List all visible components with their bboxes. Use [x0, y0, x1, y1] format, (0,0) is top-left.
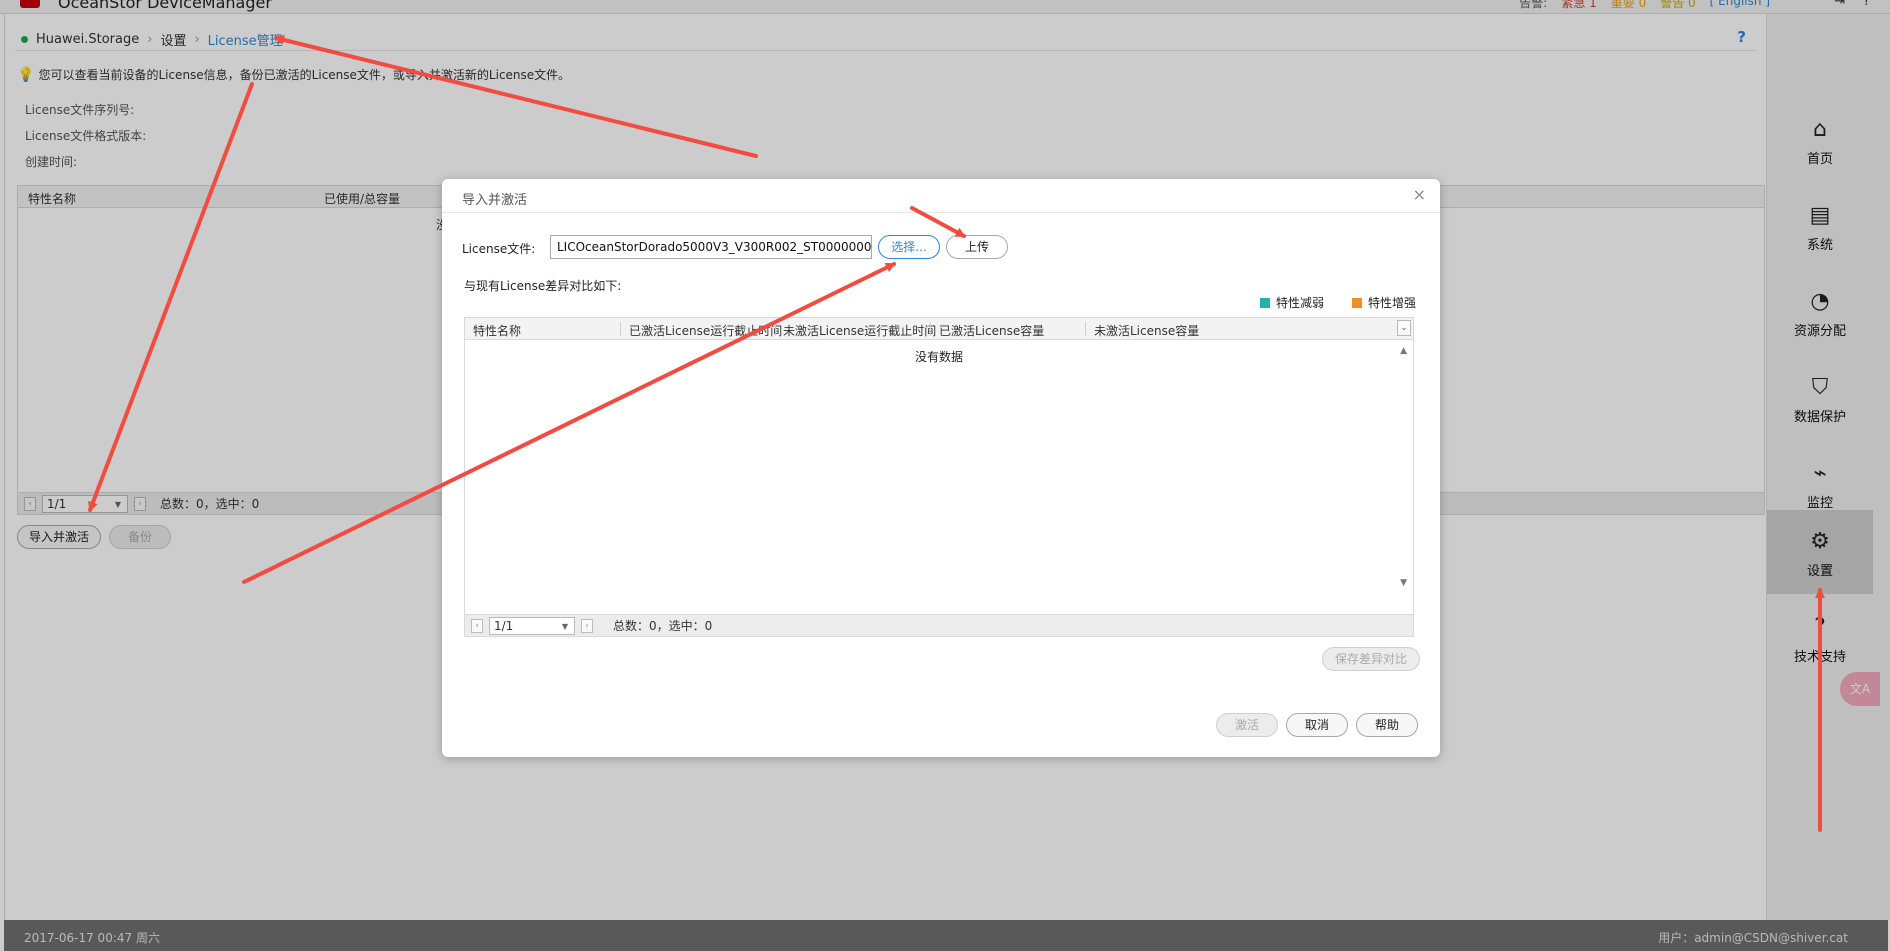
diff-legend: 特性减弱 特性增强	[1259, 294, 1416, 311]
prev-page-icon[interactable]: ‹	[471, 618, 483, 633]
column-header[interactable]: 已激活License容量	[939, 322, 1044, 339]
dialog-divider	[442, 212, 1440, 213]
scroll-down-icon[interactable]: ▼	[1400, 578, 1407, 588]
dialog-title: 导入并激活	[462, 193, 528, 208]
scroll-up-icon[interactable]: ▲	[1400, 346, 1407, 356]
table-summary: 总数：0，选中：0	[613, 619, 713, 633]
column-header[interactable]: 未激活License运行截止时间	[783, 322, 936, 339]
column-header[interactable]: 已激活License运行截止时间	[629, 322, 782, 339]
diff-table: 特性名称 已激活License运行截止时间 未激活License运行截止时间 已…	[464, 317, 1414, 637]
legend-swatch	[1259, 298, 1270, 308]
empty-table-text: 没有数据	[914, 350, 963, 364]
legend-item-enhanced: 特性增强	[1351, 294, 1416, 311]
activate-button[interactable]: 激活	[1216, 713, 1278, 737]
column-header[interactable]: 未激活License容量	[1094, 322, 1199, 339]
license-file-label: License文件:	[462, 242, 536, 256]
column-header[interactable]: 特性名称	[473, 322, 521, 339]
legend-label: 特性减弱	[1275, 296, 1324, 310]
legend-label: 特性增强	[1367, 296, 1416, 310]
choose-file-button[interactable]: 选择...	[878, 235, 940, 259]
column-divider	[930, 322, 931, 336]
diff-caption: 与现有License差异对比如下:	[464, 279, 622, 293]
column-divider	[775, 322, 776, 336]
page-select[interactable]: 1/1	[489, 616, 575, 635]
column-divider	[1085, 322, 1086, 336]
license-file-input[interactable]: LICOceanStorDorado5000V3_V300R002_ST0000…	[550, 235, 872, 259]
next-page-icon[interactable]: ›	[581, 618, 593, 633]
column-divider	[620, 322, 621, 336]
table-pager: ‹ 1/1 › 总数：0，选中：0	[465, 614, 1413, 636]
upload-button[interactable]: 上传	[946, 235, 1008, 259]
column-chooser-icon[interactable]: ⌄	[1397, 320, 1411, 336]
save-diff-button[interactable]: 保存差异对比	[1322, 647, 1420, 671]
legend-swatch	[1351, 298, 1362, 308]
table-header: 特性名称 已激活License运行截止时间 未激活License运行截止时间 已…	[465, 318, 1413, 340]
help-button[interactable]: 帮助	[1356, 713, 1418, 737]
cancel-button[interactable]: 取消	[1286, 713, 1348, 737]
legend-item-weakened: 特性减弱	[1259, 294, 1324, 311]
close-icon[interactable]: ×	[1413, 185, 1426, 204]
import-activate-dialog: 导入并激活 × License文件: LICOceanStorDorado500…	[442, 179, 1440, 757]
